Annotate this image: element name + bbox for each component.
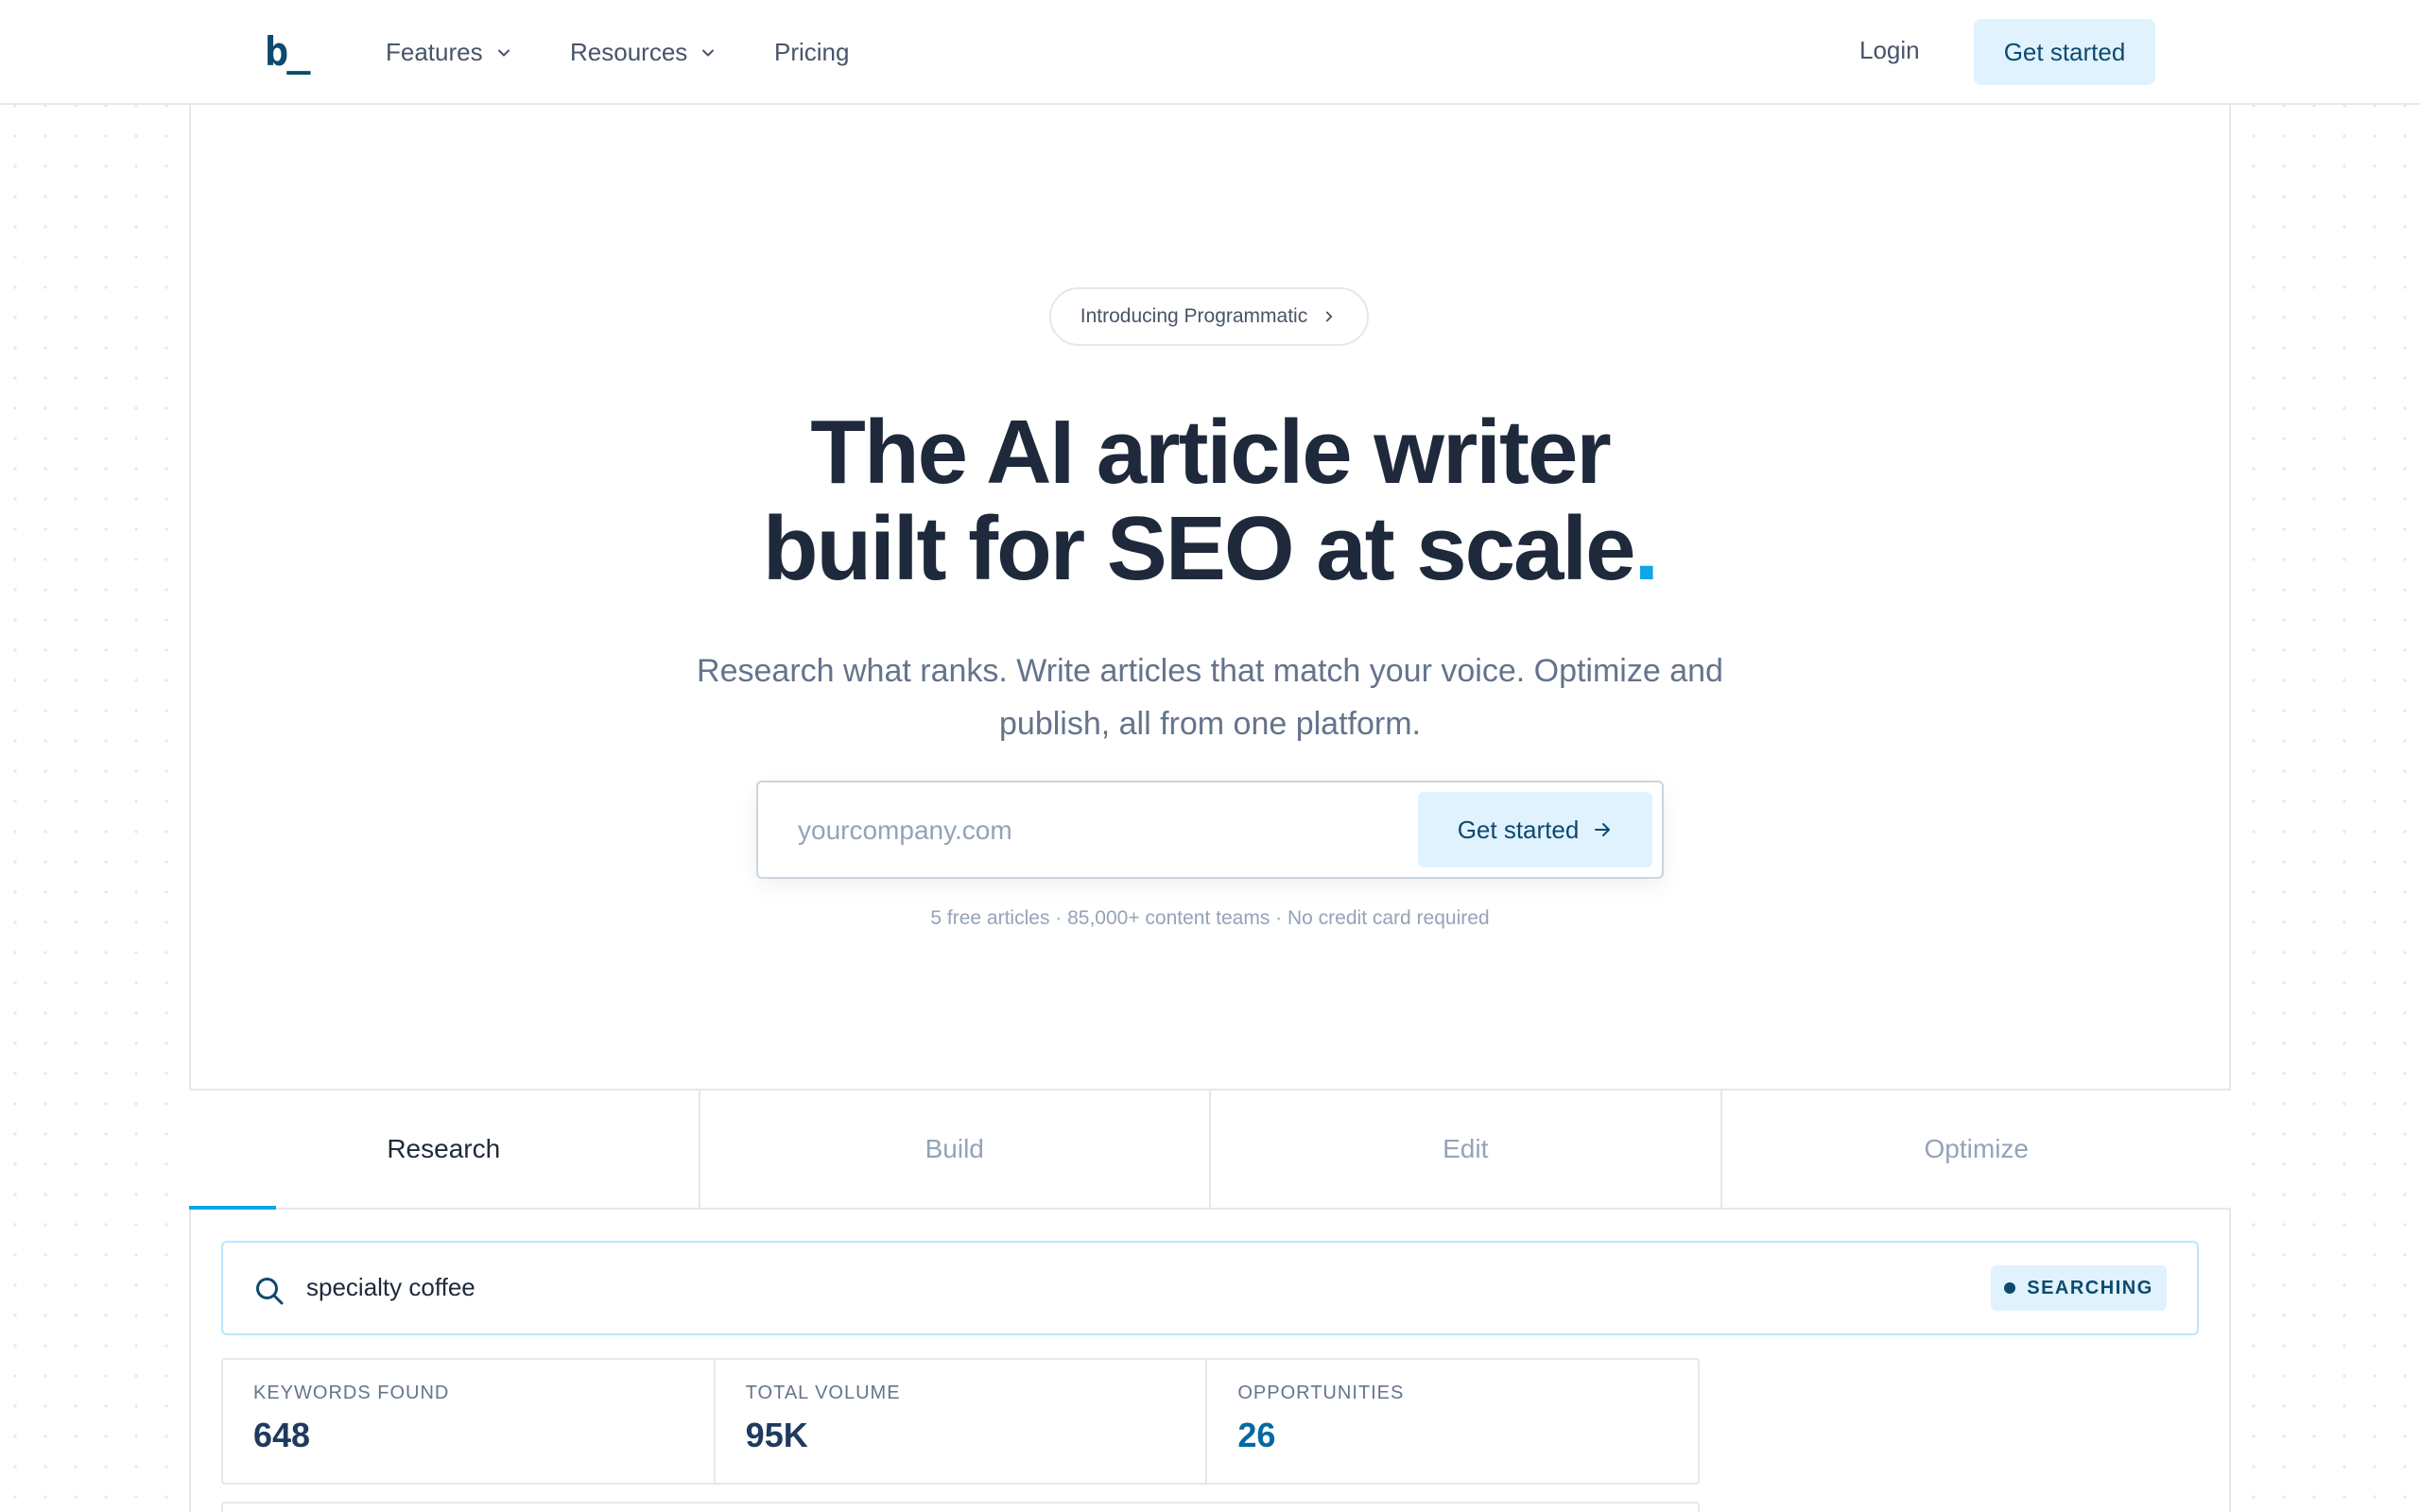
arrow-right-icon (1595, 823, 1611, 836)
search-icon (256, 1278, 284, 1305)
active-tab-indicator (189, 1206, 276, 1210)
status-label: SEARCHING (2027, 1277, 2153, 1298)
site-header: b_ Features Resources Pricing Login Get … (0, 0, 2420, 105)
header-get-started-button[interactable]: Get started (1974, 19, 2155, 85)
announcement-pill[interactable]: Introducing Programmatic (1049, 287, 1369, 346)
nav-resources[interactable]: Resources (570, 38, 717, 67)
tab-build[interactable]: Build (700, 1091, 1211, 1208)
nav-pricing-label: Pricing (774, 38, 850, 66)
status-badge: SEARCHING (1991, 1265, 2167, 1311)
chevron-right-icon (1326, 311, 1333, 322)
signup-fine-print: 5 free articles · 85,000+ content teams … (930, 907, 1490, 929)
form-cta-label: Get started (1457, 815, 1580, 844)
stats-card: KEYWORDS FOUND 648 TOTAL VOLUME 95K OPPO… (221, 1358, 1700, 1485)
stat-label: KEYWORDS FOUND (253, 1383, 450, 1403)
website-input[interactable] (798, 809, 1384, 852)
demo-search-bar[interactable]: specialty coffee SEARCHING (221, 1241, 2199, 1335)
signup-form: Get started (756, 781, 1664, 879)
hero-title-line2: built for SEO at scale (762, 498, 1636, 599)
stat-keywords-found: KEYWORDS FOUND 648 (223, 1360, 716, 1483)
results-card (221, 1502, 1700, 1512)
chevron-down-icon (497, 49, 510, 56)
form-get-started-button[interactable]: Get started (1418, 792, 1652, 868)
hero-title: The AI article writer built for SEO at s… (454, 404, 1966, 597)
nav-features[interactable]: Features (386, 38, 513, 67)
chevron-down-icon (702, 49, 715, 56)
tab-optimize[interactable]: Optimize (1722, 1091, 2232, 1208)
nav-features-label: Features (386, 38, 483, 66)
stat-value: 95K (745, 1416, 808, 1454)
nav-resources-label: Resources (570, 38, 688, 66)
announcement-label: Introducing Programmatic (1080, 305, 1308, 327)
stat-total-volume: TOTAL VOLUME 95K (716, 1360, 1208, 1483)
tab-edit[interactable]: Edit (1211, 1091, 1722, 1208)
feature-tabs: Research Build Edit Optimize (189, 1089, 2231, 1210)
status-dot-icon (2004, 1282, 2016, 1294)
hero-title-line1: The AI article writer (810, 402, 1611, 503)
tab-research[interactable]: Research (189, 1091, 700, 1208)
stat-value: 648 (253, 1416, 311, 1454)
login-link[interactable]: Login (1859, 36, 1920, 65)
search-query-text: specialty coffee (306, 1273, 475, 1301)
hero-title-dot: . (1634, 498, 1659, 599)
nav-pricing[interactable]: Pricing (774, 38, 849, 67)
stat-label: TOTAL VOLUME (745, 1383, 901, 1403)
stat-value: 26 (1237, 1416, 1276, 1454)
logo[interactable]: b_ (265, 28, 311, 75)
hero-subtitle: Research what ranks. Write articles that… (697, 653, 1723, 742)
stat-opportunities: OPPORTUNITIES 26 (1207, 1360, 1698, 1483)
stat-label: OPPORTUNITIES (1237, 1383, 1405, 1403)
